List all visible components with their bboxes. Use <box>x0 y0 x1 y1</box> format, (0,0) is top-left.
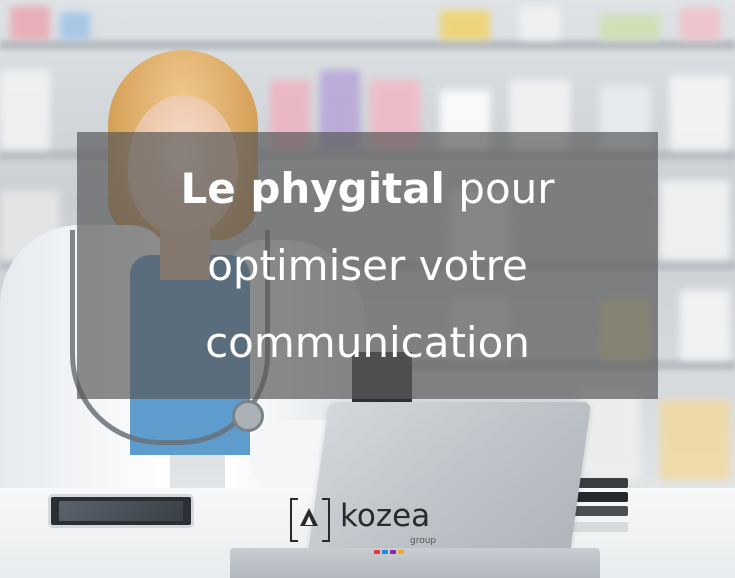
logo-dot <box>374 550 380 554</box>
kozea-logo: kozea group <box>290 492 450 554</box>
logo-dot <box>398 550 404 554</box>
headline-line2: optimiser votre <box>207 241 528 290</box>
headline-bold: Le phygital <box>180 164 445 213</box>
shelf-products <box>0 0 735 40</box>
logo-color-dots <box>374 539 406 558</box>
logo-subtitle: group <box>410 536 437 546</box>
shelf <box>0 40 735 50</box>
logo-wordmark: kozea <box>340 498 431 534</box>
tablet <box>48 494 194 528</box>
tablet-screen <box>59 501 183 521</box>
hero-image: Le phygital pour optimiser votre communi… <box>0 0 735 578</box>
logo-dot <box>382 550 388 554</box>
headline-line1-rest: pour <box>444 164 555 213</box>
logo-bracket-icon <box>290 498 330 542</box>
laptop-base <box>230 548 600 578</box>
headline-line3: communication <box>205 318 530 367</box>
logo-dot <box>390 550 396 554</box>
headline: Le phygital pour optimiser votre communi… <box>77 150 658 381</box>
